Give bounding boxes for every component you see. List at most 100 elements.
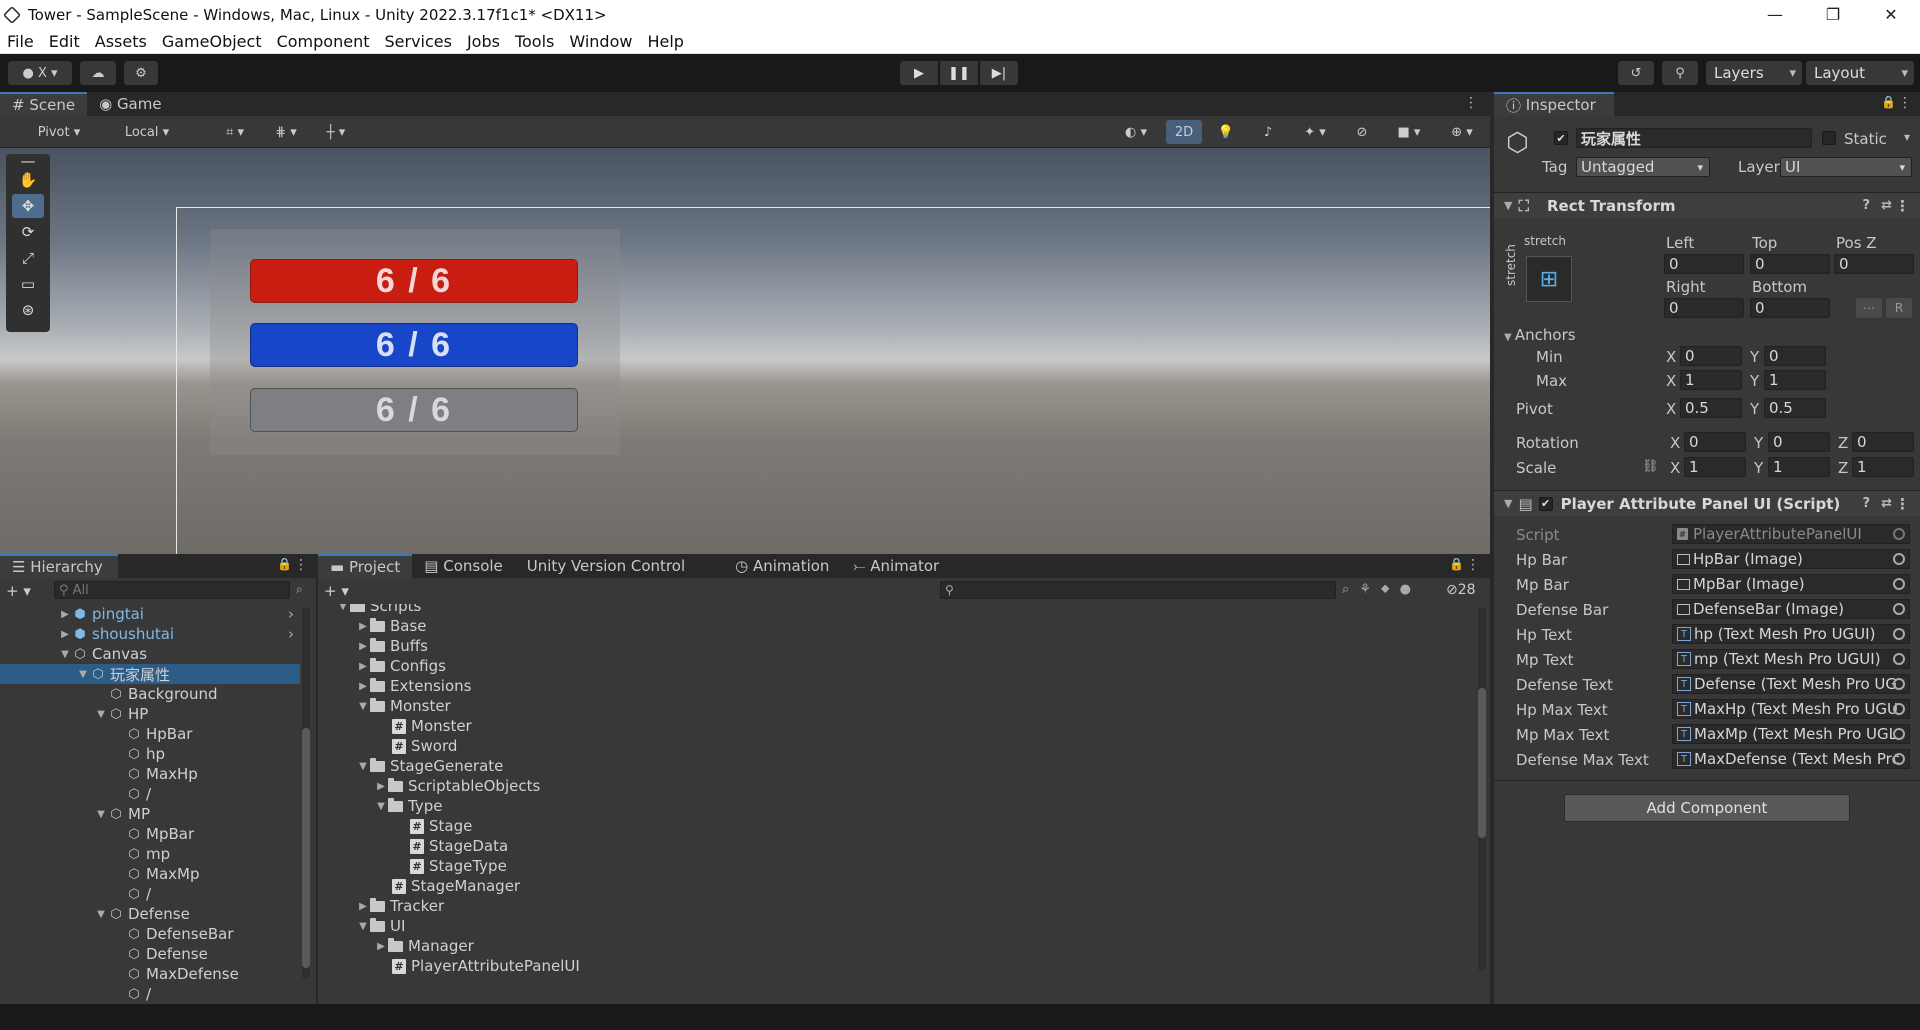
help-icon[interactable]: ? — [1862, 198, 1870, 213]
visibility-icon[interactable]: ⊘ — [1344, 120, 1380, 144]
more-icon[interactable]: ⋮ — [1464, 95, 1478, 111]
gizmos-icon[interactable]: ⊕ ▾ — [1438, 120, 1486, 144]
anchor-min-y-field[interactable]: 0 — [1764, 346, 1826, 366]
object-picker-icon[interactable] — [1893, 628, 1905, 640]
object-picker-icon[interactable] — [1893, 753, 1905, 765]
object-picker-icon[interactable] — [1893, 603, 1905, 615]
menu-component[interactable]: Component — [270, 32, 378, 51]
expand-arrow-icon[interactable]: ▶ — [58, 609, 72, 620]
anchor-max-y-field[interactable]: 1 — [1764, 370, 1826, 390]
tree-row-stagemanager[interactable]: # StageManager — [318, 876, 520, 896]
step-button[interactable]: ▶| — [980, 61, 1018, 85]
hp-text-field[interactable]: Thp (Text Mesh Pro UGUI) — [1672, 624, 1910, 644]
expand-arrow-icon[interactable]: ▼ — [58, 649, 72, 660]
object-picker-icon[interactable] — [1893, 578, 1905, 590]
mp-bar-field[interactable]: MpBar (Image) — [1672, 574, 1910, 594]
play-button[interactable]: ▶ — [900, 61, 938, 85]
posz-field[interactable]: 0 — [1834, 254, 1914, 274]
tree-row-defense-slash[interactable]: ⬡ / — [0, 984, 300, 1004]
active-checkbox[interactable]: ✔ — [1554, 131, 1568, 145]
expand-arrow-icon[interactable]: ▶ — [374, 941, 388, 952]
tree-row-mp-slash[interactable]: ⬡ / — [0, 884, 300, 904]
chevron-right-icon[interactable]: › — [288, 625, 294, 643]
history-icon[interactable]: ↺ — [1618, 61, 1654, 85]
tree-row-hp-slash[interactable]: ⬡ / — [0, 784, 300, 804]
collapse-arrow-icon[interactable]: ▼ — [1504, 497, 1512, 510]
scrollbar-thumb[interactable] — [1478, 688, 1486, 838]
project-more-icon[interactable]: ⋮ — [1466, 557, 1480, 573]
scale-tool-icon[interactable]: ⤢ — [12, 246, 44, 270]
script-enabled-checkbox[interactable]: ✔ — [1538, 496, 1553, 511]
tree-row-playerattributepanelui[interactable]: # PlayerAttributePanelUI — [318, 956, 580, 976]
move-tool-icon[interactable]: ✥ — [12, 194, 44, 218]
scrollbar-thumb[interactable] — [302, 728, 310, 968]
expand-arrow-icon[interactable]: ▼ — [94, 709, 108, 720]
tab-hierarchy[interactable]: ☰ Hierarchy — [0, 554, 118, 578]
transform-tool-icon[interactable]: ⊛ — [12, 298, 44, 322]
rect-transform-header[interactable]: ▼ ⛶ Rect Transform ? ⇄ ⋮ — [1494, 192, 1920, 218]
tree-row-mp[interactable]: ▼ ⬡ MP — [0, 804, 300, 824]
object-picker-icon[interactable] — [1893, 553, 1905, 565]
hp-bar-field[interactable]: HpBar (Image) — [1672, 549, 1910, 569]
defense-text-field[interactable]: T Defense (Text Mesh Pro UG — [1672, 674, 1910, 694]
tree-row-canvas[interactable]: ▼ ⬡ Canvas — [0, 644, 300, 664]
menu-edit[interactable]: Edit — [42, 32, 88, 51]
project-scrollbar[interactable] — [1478, 608, 1486, 970]
anchor-max-x-field[interactable]: 1 — [1680, 370, 1742, 390]
expand-arrow-icon[interactable]: ▶ — [58, 629, 72, 640]
expand-arrow-icon[interactable]: ▼ — [374, 801, 388, 812]
minimize-icon[interactable]: — — [1746, 0, 1804, 29]
tab-console[interactable]: ▤ Console — [412, 554, 515, 578]
tree-row-configs[interactable]: ▶ Configs — [318, 656, 446, 676]
tab-animator[interactable]: ⤚ Animator — [841, 554, 951, 578]
search-options-icon[interactable]: ⌕ — [296, 582, 303, 597]
tree-row-stage[interactable]: # Stage — [318, 816, 472, 836]
scale-y-field[interactable]: 1 — [1768, 457, 1830, 477]
object-picker-icon[interactable] — [1893, 678, 1905, 690]
layer-dropdown[interactable]: UI ▾ — [1780, 157, 1912, 177]
tree-row-background[interactable]: ⬡ Background — [0, 684, 300, 704]
tab-animation[interactable]: ◷ Animation — [723, 554, 841, 578]
component-menu-icon[interactable]: ⋮ — [1895, 197, 1910, 215]
scale-x-field[interactable]: 1 — [1684, 457, 1746, 477]
expand-arrow-icon[interactable]: ▼ — [94, 909, 108, 920]
tree-row-hp[interactable]: ▼ ⬡ HP — [0, 704, 300, 724]
settings-icon[interactable]: ⚙ — [124, 61, 158, 85]
tab-scene[interactable]: # Scene — [0, 92, 88, 116]
search-icon[interactable]: ⚲ — [1662, 61, 1698, 85]
tab-game[interactable]: ◉ Game — [87, 92, 174, 116]
script-component-header[interactable]: ▼ ▤ ✔ Player Attribute Panel UI (Script)… — [1494, 490, 1920, 516]
menu-file[interactable]: File — [0, 32, 42, 51]
tree-row-defensebar[interactable]: ⬡ DefenseBar — [0, 924, 300, 944]
tree-row-monster-folder[interactable]: ▼ Monster — [318, 696, 451, 716]
tree-row-shoushutai[interactable]: ▶ ⬢ shoushutai › — [0, 624, 300, 644]
pause-button[interactable]: ❚❚ — [940, 61, 978, 85]
pivot-y-field[interactable]: 0.5 — [1764, 398, 1826, 418]
tree-row-monster-script[interactable]: # Monster — [318, 716, 472, 736]
tree-row-manager[interactable]: ▶ Manager — [318, 936, 474, 956]
audio-icon[interactable]: ♪ — [1250, 120, 1286, 144]
expand-arrow-icon[interactable]: ▼ — [356, 701, 370, 712]
snap-grid-icon[interactable]: ⌗ ▾ — [212, 120, 258, 144]
tree-row-mpbar[interactable]: ⬡ MpBar — [0, 824, 300, 844]
object-picker-icon[interactable] — [1893, 728, 1905, 740]
lock-icon[interactable]: 🔒 — [1449, 557, 1464, 571]
expand-arrow-icon[interactable]: ▶ — [356, 901, 370, 912]
defense-bar-field[interactable]: DefenseBar (Image) — [1672, 599, 1910, 619]
tree-row-base[interactable]: ▶ Base — [318, 616, 426, 636]
static-dropdown-icon[interactable]: ▾ — [1904, 130, 1910, 144]
expand-arrow-icon[interactable]: ▶ — [356, 641, 370, 652]
tree-row-maxdefense[interactable]: ⬡ MaxDefense — [0, 964, 300, 984]
lock-icon[interactable]: 🔒 — [1881, 95, 1896, 109]
increment-snap-icon[interactable]: ┼ ▾ — [314, 120, 358, 144]
expand-arrow-icon[interactable]: ▼ — [356, 921, 370, 932]
menu-jobs[interactable]: Jobs — [460, 32, 508, 51]
mp-max-text-field[interactable]: T MaxMp (Text Mesh Pro UGL — [1672, 724, 1910, 744]
rotation-z-field[interactable]: 0 — [1852, 432, 1914, 452]
expand-arrow-icon[interactable]: ▼ — [356, 761, 370, 772]
local-dropdown[interactable]: Local ▾ — [106, 120, 188, 144]
menu-assets[interactable]: Assets — [88, 32, 155, 51]
menu-window[interactable]: Window — [562, 32, 640, 51]
tree-row-type[interactable]: ▼ Type — [318, 796, 442, 816]
tree-row-mp-text[interactable]: ⬡ mp — [0, 844, 300, 864]
